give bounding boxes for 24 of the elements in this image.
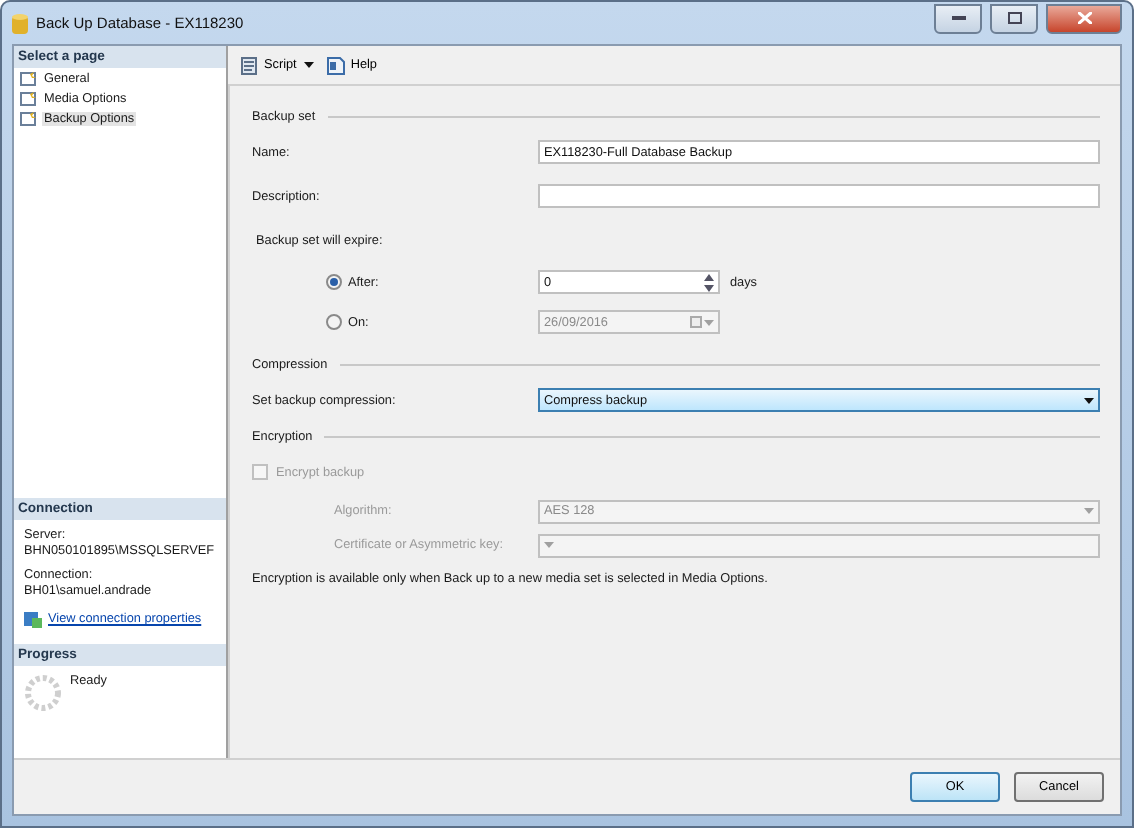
- minimize-button[interactable]: [934, 3, 982, 33]
- properties-icon: [24, 610, 42, 628]
- page-icon: [20, 110, 38, 126]
- radio-button[interactable]: [326, 274, 342, 290]
- page-icon: [20, 70, 38, 86]
- calendar-icon: [690, 316, 702, 328]
- dropdown-arrow-icon: [1084, 397, 1094, 403]
- description-field[interactable]: [538, 184, 1100, 208]
- minimize-icon: [951, 15, 965, 21]
- progress-spinner-icon: [24, 674, 62, 712]
- dropdown-arrow-icon: [1084, 508, 1094, 514]
- page-icon: [20, 90, 38, 106]
- maximize-button[interactable]: [990, 3, 1038, 33]
- help-icon: [326, 55, 347, 75]
- dropdown-arrow-icon: [544, 542, 554, 548]
- dropdown-arrow-icon: [304, 62, 315, 68]
- radio-button[interactable]: [326, 314, 342, 330]
- close-icon: [1077, 12, 1091, 24]
- script-icon: [240, 55, 260, 75]
- maximize-icon: [1007, 12, 1021, 24]
- close-button[interactable]: [1046, 3, 1122, 33]
- database-icon: [12, 13, 28, 33]
- spin-arrows-icon: [704, 273, 714, 291]
- dropdown-arrow-icon: [704, 319, 714, 325]
